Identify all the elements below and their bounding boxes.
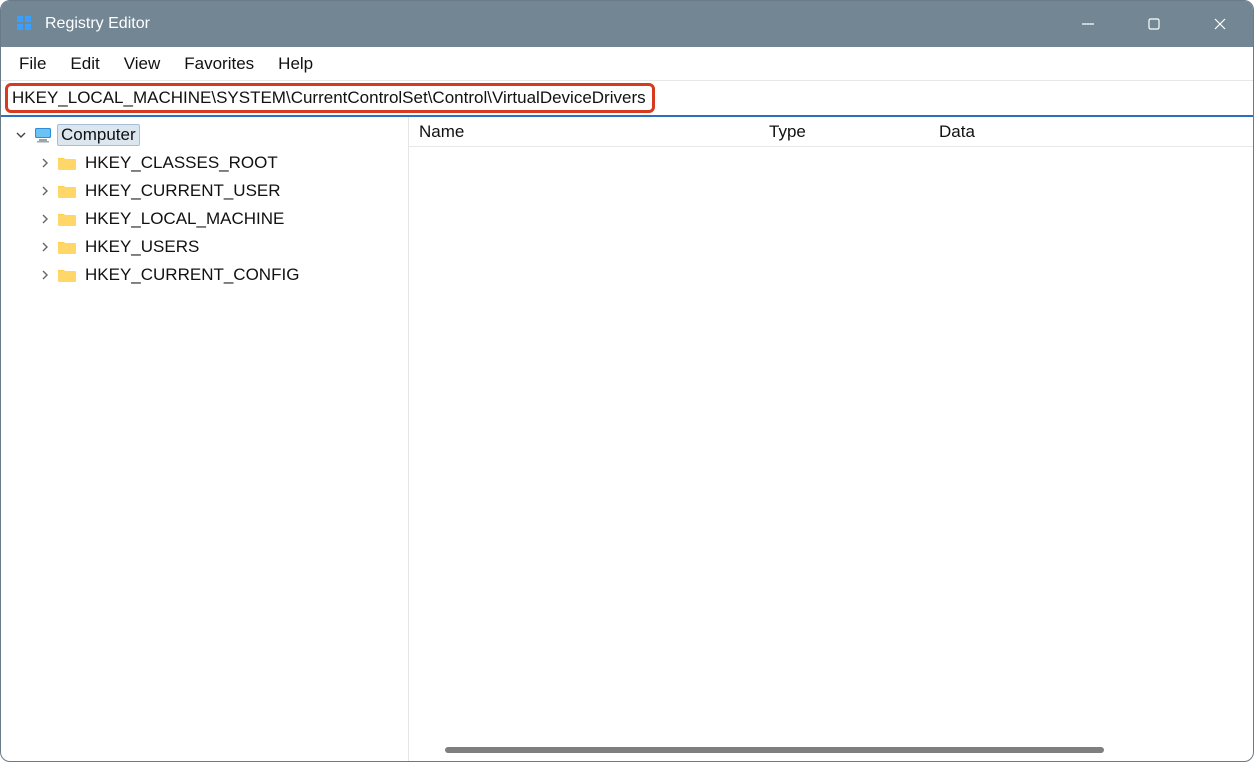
chevron-right-icon[interactable]: [37, 183, 53, 199]
tree-node-label: HKEY_CLASSES_ROOT: [81, 152, 282, 174]
horizontal-scrollbar[interactable]: [409, 743, 1253, 761]
column-header-type[interactable]: Type: [769, 122, 939, 142]
tree-node-computer[interactable]: Computer: [1, 121, 408, 149]
computer-icon: [33, 125, 53, 145]
tree-node-label: HKEY_CURRENT_CONFIG: [81, 264, 303, 286]
tree-node-label: Computer: [57, 124, 140, 146]
addressbar-highlight: [5, 83, 655, 113]
addressbar-row: [1, 81, 1253, 117]
tree-node-label: HKEY_LOCAL_MACHINE: [81, 208, 288, 230]
tree-node-hku[interactable]: HKEY_USERS: [1, 233, 408, 261]
column-header-name[interactable]: Name: [419, 122, 769, 142]
menu-edit[interactable]: Edit: [58, 50, 111, 78]
tree-node-label: HKEY_CURRENT_USER: [81, 180, 285, 202]
values-list[interactable]: [409, 147, 1253, 743]
close-button[interactable]: [1187, 1, 1253, 47]
menu-favorites[interactable]: Favorites: [172, 50, 266, 78]
tree-node-hklm[interactable]: HKEY_LOCAL_MACHINE: [1, 205, 408, 233]
folder-icon: [57, 153, 77, 173]
folder-icon: [57, 181, 77, 201]
menu-help[interactable]: Help: [266, 50, 325, 78]
folder-icon: [57, 237, 77, 257]
folder-icon: [57, 265, 77, 285]
chevron-right-icon[interactable]: [37, 267, 53, 283]
folder-icon: [57, 209, 77, 229]
chevron-down-icon[interactable]: [13, 127, 29, 143]
chevron-right-icon[interactable]: [37, 155, 53, 171]
values-pane: Name Type Data: [409, 117, 1253, 761]
titlebar: Registry Editor: [1, 1, 1253, 47]
maximize-button[interactable]: [1121, 1, 1187, 47]
menubar: File Edit View Favorites Help: [1, 47, 1253, 81]
scrollbar-thumb[interactable]: [445, 747, 1104, 753]
chevron-right-icon[interactable]: [37, 211, 53, 227]
tree-node-label: HKEY_USERS: [81, 236, 203, 258]
tree-node-hkcu[interactable]: HKEY_CURRENT_USER: [1, 177, 408, 205]
tree-node-hkcc[interactable]: HKEY_CURRENT_CONFIG: [1, 261, 408, 289]
tree-node-hkcr[interactable]: HKEY_CLASSES_ROOT: [1, 149, 408, 177]
app-icon: [15, 14, 35, 34]
minimize-button[interactable]: [1055, 1, 1121, 47]
menu-file[interactable]: File: [7, 50, 58, 78]
body: Computer HKEY_CLASSES_ROOT: [1, 117, 1253, 761]
window-title: Registry Editor: [45, 15, 150, 33]
tree-pane[interactable]: Computer HKEY_CLASSES_ROOT: [1, 117, 409, 761]
registry-editor-window: Registry Editor File Edit View Favorites…: [0, 0, 1254, 762]
address-input[interactable]: [10, 86, 650, 110]
column-header-data[interactable]: Data: [939, 122, 1253, 142]
chevron-right-icon[interactable]: [37, 239, 53, 255]
menu-view[interactable]: View: [112, 50, 173, 78]
values-header: Name Type Data: [409, 117, 1253, 147]
